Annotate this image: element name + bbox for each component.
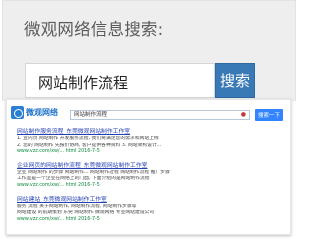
result-snippet: 网站建设 的前期策划 东莞 网站制作 微观网络 专业网站建设公司 [17, 210, 155, 216]
result-url: www.vzz.com/xw/... html 2016-7-5 [17, 182, 100, 188]
result-snippet: 工作室是一个企业在网络上的门面, 下面介绍的是网站制作流程 [17, 176, 150, 182]
result-title: 企业网页的网站制作流程_东莞微观网站制作工作室 [17, 162, 148, 169]
result-snippet: 服务 流程 关于网站制作, 网站制作流程, 网站制作步骤等 [17, 203, 137, 209]
results-list: 网站制作服务流程_东莞微观网站制作工作室 1. 宣内页 网站制作 开发服务流程,… [17, 128, 287, 229]
search-panel: 微观网络信息搜索: 网站制作流程 搜索 [2, 0, 296, 101]
result-snippet: 1. 宣内页 网站制作 开发服务流程, 我们将满足您的需求和网站上线 [17, 136, 159, 141]
location-pin-icon: ● [240, 111, 246, 118]
embedded-search-input: 网站制作流程 ● [70, 110, 250, 120]
embedded-search-button: 搜索一下 [255, 109, 283, 121]
logo-text: 微观网络 [26, 107, 58, 117]
search-input[interactable]: 网站制作流程 [25, 63, 215, 98]
logo-mark-icon [11, 105, 24, 119]
search-input-value: 网站制作流程 [38, 74, 129, 92]
search-button[interactable]: 搜索 [215, 63, 255, 98]
result-item: 网站制作服务流程_东莞微观网站制作工作室 1. 宣内页 网站制作 开发服务流程,… [17, 128, 287, 156]
embedded-search-value: 网站制作流程 [74, 112, 108, 118]
search-results-screenshot: 微观网络 网站制作流程 ● 搜索一下 网站制作服务流程_东莞微观网站制作工作室 … [6, 99, 291, 235]
site-logo: 微观网络 [11, 104, 58, 120]
result-item: 企业网页的网站制作流程_东莞微观网站制作工作室 企业 网站制作 的步骤 网站制作… [17, 162, 287, 190]
search-panel-title: 微观网络信息搜索: [24, 20, 164, 39]
result-url: www.vzz.com/xw/... html 2016-7-5 [17, 216, 100, 222]
result-title: 网站建站_东莞微观网站制作工作室 [17, 196, 107, 203]
result-title: 网站制作服务流程_东莞微观网站制作工作室 [17, 129, 131, 135]
result-snippet: 企业 网站制作 的步骤 网站制作... 网站制作过程 网站制作流程 推广步骤 [17, 169, 170, 175]
result-url: www.vzz.com/xw/... html 2016-7-5 [17, 149, 100, 155]
result-item: 网站建站_东莞微观网站制作工作室 服务 流程 关于网站制作, 网站制作流程, 网… [17, 196, 287, 224]
